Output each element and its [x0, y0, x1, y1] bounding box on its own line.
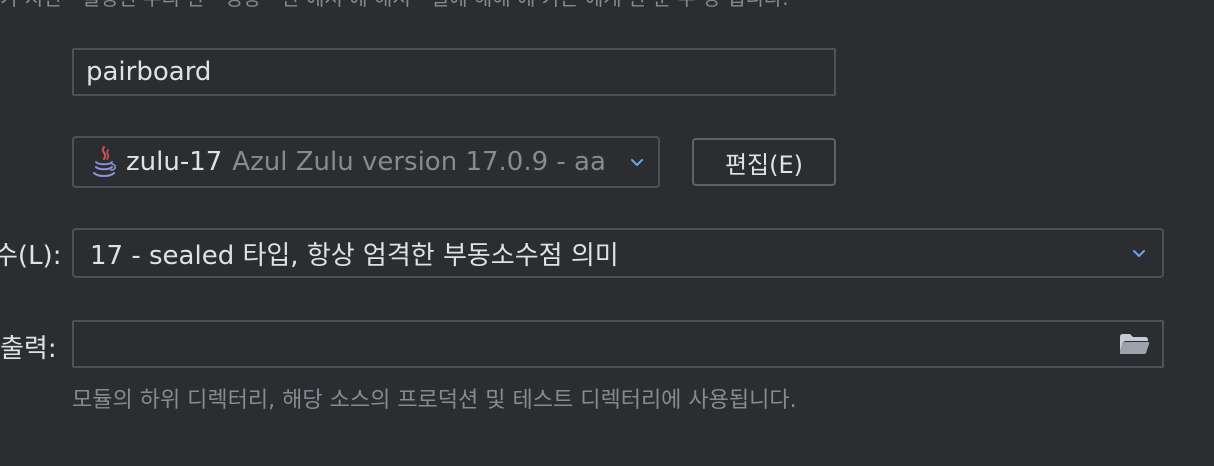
folder-icon[interactable]: [1118, 332, 1150, 356]
language-level-label: 수(L):: [0, 241, 62, 271]
module-settings-panel: 가 지면 - 필정된 우리 한 - 경상 - 한 에서 에 해서 - 일에 해해…: [0, 0, 1214, 466]
compiler-output-input[interactable]: [72, 320, 1164, 368]
module-name-value: pairboard: [86, 57, 212, 87]
compiler-output-hint: 모듈의 하위 디렉터리, 해당 소스의 프로덕션 및 테스트 디렉터리에 사용됩…: [72, 388, 797, 413]
language-level-select[interactable]: 17 - sealed 타입, 항상 엄격한 부동소수점 의미: [72, 228, 1164, 278]
java-icon: [93, 145, 117, 177]
compiler-output-label: 출력:: [0, 334, 57, 364]
jdk-select[interactable]: zulu-17 Azul Zulu version 17.0.9 - aa: [72, 136, 660, 188]
jdk-name: zulu-17: [126, 147, 223, 177]
clipped-description-text: 가 지면 - 필정된 우리 한 - 경상 - 한 에서 에 해서 - 일에 해해…: [0, 0, 1214, 8]
language-level-value: 17 - sealed 타입, 항상 엄격한 부동소수점 의미: [90, 240, 619, 271]
module-name-input[interactable]: pairboard: [72, 48, 836, 96]
chevron-down-icon: [1133, 250, 1145, 257]
chevron-down-icon: [631, 159, 643, 166]
edit-jdk-button[interactable]: 편집(E): [692, 138, 836, 186]
jdk-version-detail: Azul Zulu version 17.0.9 - aa: [232, 147, 606, 177]
